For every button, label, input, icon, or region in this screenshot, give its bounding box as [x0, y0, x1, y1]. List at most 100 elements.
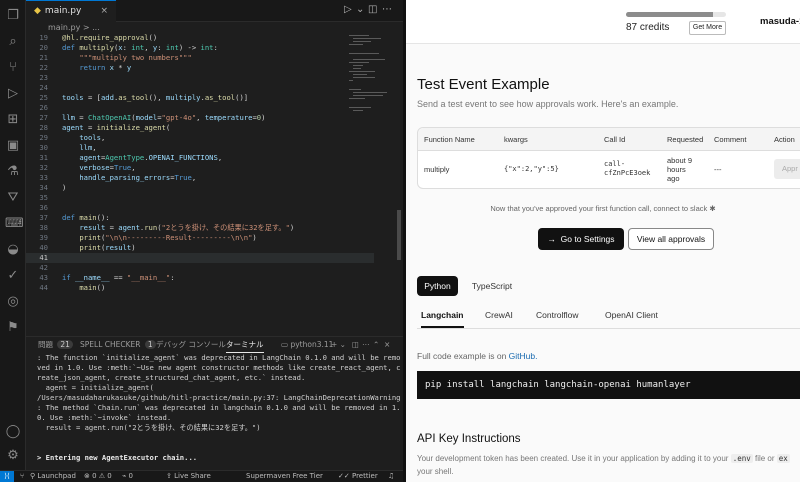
- github-link[interactable]: GitHub.: [509, 351, 538, 361]
- close-icon[interactable]: ×: [100, 1, 108, 21]
- code-line[interactable]: 19 @hl.require_approval(): [26, 33, 374, 43]
- table-header: Function Name kwargs Call Id Requested C…: [418, 128, 800, 151]
- minimap-line: [349, 44, 363, 45]
- minimap-line: [353, 95, 383, 96]
- code-line[interactable]: 27 llm = ChatOpenAI(model="gpt-4o", tempe…: [26, 113, 374, 123]
- maximize-panel-icon[interactable]: ⌃: [373, 337, 379, 352]
- minimap-line: [349, 80, 353, 81]
- browser-page: 87 credits Get More masuda-12 › Test Eve…: [406, 0, 800, 482]
- code-line[interactable]: 38 result = agent.run("2とうを掛け、その結果に32を足す…: [26, 223, 374, 233]
- code-line[interactable]: 36: [26, 203, 374, 213]
- code-line[interactable]: 32 verbose=True,: [26, 163, 374, 173]
- terminal-line: : The method `Chain.run` was deprecated …: [37, 403, 401, 412]
- tab-langchain[interactable]: Langchain: [421, 310, 464, 328]
- code-line[interactable]: 24: [26, 83, 374, 93]
- user-menu[interactable]: masuda-12: [760, 16, 800, 27]
- branch-icon[interactable]: ⑂: [20, 471, 24, 482]
- code-line[interactable]: 33 handle_parsing_errors=True,: [26, 173, 374, 183]
- tab-typescript[interactable]: TypeScript: [464, 276, 520, 296]
- close-panel-icon[interactable]: ×: [384, 337, 390, 352]
- code-line[interactable]: 21 """multiply two numbers""": [26, 53, 374, 63]
- more-actions-icon[interactable]: ⋯: [382, 4, 392, 15]
- tab-python[interactable]: Python: [417, 276, 458, 296]
- launchpad-item[interactable]: ⚲ Launchpad: [30, 471, 76, 482]
- python-icon[interactable]: ⚑: [5, 320, 21, 336]
- editor-scrollbar[interactable]: [397, 210, 401, 260]
- code-line[interactable]: 22 return x * y: [26, 63, 374, 73]
- gitlens-icon[interactable]: ◎: [5, 294, 21, 310]
- run-dropdown-icon[interactable]: ⌄: [356, 4, 364, 15]
- get-more-button[interactable]: Get More: [689, 21, 726, 35]
- col-comment: Comment: [714, 135, 747, 144]
- code-line[interactable]: 30 llm,: [26, 143, 374, 153]
- approve-button[interactable]: Appr: [774, 159, 800, 179]
- code-line[interactable]: 34): [26, 183, 374, 193]
- code-line[interactable]: 26: [26, 103, 374, 113]
- settings-gear-icon[interactable]: ⚙: [5, 448, 21, 464]
- testing-icon[interactable]: ⚗: [5, 164, 21, 180]
- minimap-line: [353, 77, 375, 78]
- tab-controlflow[interactable]: Controlflow: [536, 310, 579, 320]
- code-line[interactable]: 37 def main():: [26, 213, 374, 223]
- code-line[interactable]: 41: [26, 253, 374, 263]
- code-line[interactable]: 20 def multiply(x: int, y: int) -> int:: [26, 43, 374, 53]
- run-icon[interactable]: ▷: [344, 4, 352, 15]
- split-terminal-icon[interactable]: ◫: [352, 337, 359, 352]
- live-share-item[interactable]: ⇪ Live Share: [166, 471, 211, 482]
- code-line[interactable]: 42: [26, 263, 374, 273]
- supermaven-item[interactable]: Supermaven Free Tier: [246, 471, 323, 482]
- activity-bar: ❐ ⌕ ⑂ ▷ ⊞ ▣ ⚗ ⛛ ⌨ ◒ ✓ ◎ ⚑ ◯ ⚙: [0, 0, 26, 470]
- tab-main-py[interactable]: ◆ main.py ×: [26, 0, 116, 22]
- code-line[interactable]: 44 main(): [26, 283, 374, 293]
- code-line[interactable]: 35: [26, 193, 374, 203]
- explorer-icon[interactable]: ❐: [5, 8, 21, 24]
- notifications-icon[interactable]: ♫: [388, 471, 394, 482]
- tab-terminal[interactable]: ターミナル: [226, 337, 264, 353]
- tab-problems[interactable]: 問題 21: [38, 337, 73, 352]
- account-icon[interactable]: ◯: [5, 424, 21, 440]
- ports-icon[interactable]: ⌁ 0: [122, 471, 133, 482]
- col-function-name: Function Name: [424, 135, 475, 144]
- terminal-shell-selector[interactable]: ▭ python3.11: [281, 337, 333, 352]
- prettier-item[interactable]: ✓✓ Prettier: [338, 471, 378, 482]
- python-file-icon: ◆: [34, 6, 41, 16]
- tab-debug-console[interactable]: デバッグ コンソール: [156, 337, 226, 352]
- code-line[interactable]: 31 agent=AgentType.OPENAI_FUNCTIONS,: [26, 153, 374, 163]
- tab-spell-checker[interactable]: SPELL CHECKER 1: [80, 337, 156, 352]
- tab-openai-client[interactable]: OpenAI Client: [605, 310, 658, 320]
- filter-icon[interactable]: ⛛: [5, 190, 21, 206]
- code-line[interactable]: 28 agent = initialize_agent(: [26, 123, 374, 133]
- terminal-icon[interactable]: ⌨: [5, 216, 24, 232]
- source-control-icon[interactable]: ⑂: [5, 60, 21, 76]
- minimap-line: [353, 74, 367, 75]
- docker-icon[interactable]: ◒: [5, 242, 21, 258]
- code-line[interactable]: 40 print(result): [26, 243, 374, 253]
- remote-explorer-icon[interactable]: ▣: [5, 138, 21, 154]
- check-icon[interactable]: ✓: [5, 268, 21, 284]
- code-line[interactable]: 43 if __name__ == "__main__":: [26, 273, 374, 283]
- problems-item[interactable]: ⊗ 0 ⚠ 0: [84, 471, 112, 482]
- code-line[interactable]: 25 tools = [add.as_tool(), multiply.as_to…: [26, 93, 374, 103]
- page-title: Test Event Example: [417, 76, 550, 93]
- search-icon[interactable]: ⌕: [5, 34, 21, 50]
- framework-tabs: Langchain CrewAI Controlflow OpenAI Clie…: [417, 305, 800, 329]
- tab-crewai[interactable]: CrewAI: [485, 310, 513, 320]
- minimap-line: [349, 35, 369, 36]
- terminal-output[interactable]: : The function `initialize_agent` was de…: [26, 353, 403, 470]
- install-command[interactable]: pip install langchain langchain-openai h…: [417, 371, 800, 399]
- view-all-approvals-button[interactable]: View all approvals: [628, 228, 714, 250]
- code-line[interactable]: 23: [26, 73, 374, 83]
- new-terminal-icon[interactable]: + ⌄: [331, 337, 346, 352]
- run-debug-icon[interactable]: ▷: [5, 86, 21, 102]
- extensions-icon[interactable]: ⊞: [5, 112, 21, 128]
- full-code-note: Full code example is on GitHub.: [417, 351, 538, 361]
- code-editor[interactable]: 19 @hl.require_approval() 20 def multiply(x…: [26, 33, 374, 336]
- go-to-settings-button[interactable]: → Go to Settings: [538, 228, 624, 250]
- split-editor-icon[interactable]: ◫: [368, 4, 377, 15]
- code-line[interactable]: 29 tools,: [26, 133, 374, 143]
- code-line[interactable]: 39 print("\n\n---------Result---------\n…: [26, 233, 374, 243]
- minimap[interactable]: [347, 33, 395, 133]
- more-actions-icon[interactable]: ⋯: [362, 337, 370, 352]
- minimap-line: [353, 65, 363, 66]
- remote-icon[interactable]: ⟩⟨: [0, 471, 14, 482]
